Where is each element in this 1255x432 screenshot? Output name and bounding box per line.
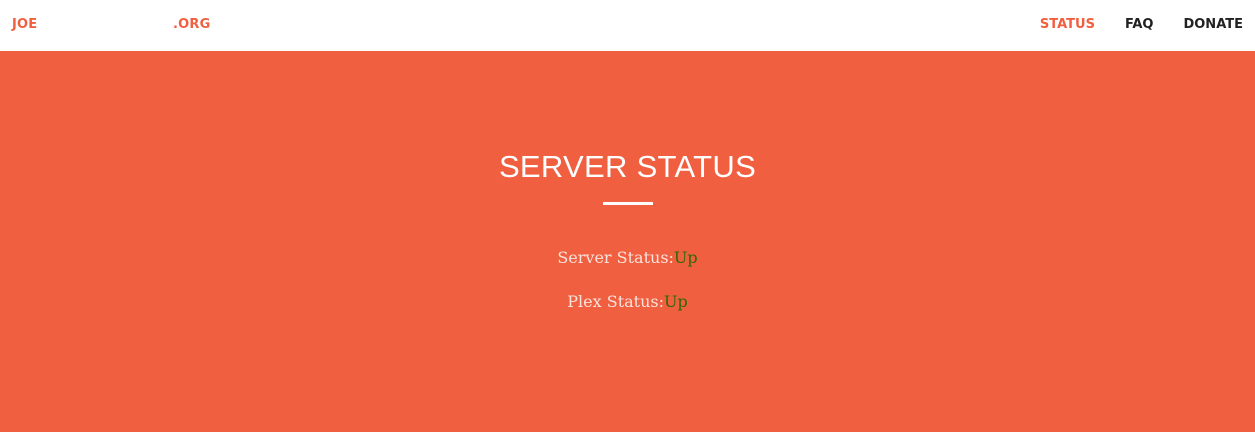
brand-logo-right[interactable]: .ORG [173,17,210,32]
nav-link-status[interactable]: STATUS [1040,17,1095,32]
nav-links: STATUS FAQ DONATE [1040,17,1243,32]
title-divider [603,202,653,205]
server-status-value: Up [673,248,698,267]
page-title: SERVER STATUS [498,149,757,184]
server-status-label: Server Status: [557,248,674,267]
brand-logo-left[interactable]: JOE [12,17,37,32]
navbar: JOE .ORG STATUS FAQ DONATE [0,0,1255,51]
nav-link-donate[interactable]: DONATE [1183,17,1243,32]
plex-status-line: Plex Status:Up [0,292,1255,311]
hero-section: SERVER STATUS Server Status:Up Plex Stat… [0,51,1255,432]
server-status-line: Server Status:Up [0,248,1255,267]
plex-status-label: Plex Status: [567,292,664,311]
plex-status-value: Up [664,292,688,311]
nav-link-faq[interactable]: FAQ [1125,17,1154,32]
